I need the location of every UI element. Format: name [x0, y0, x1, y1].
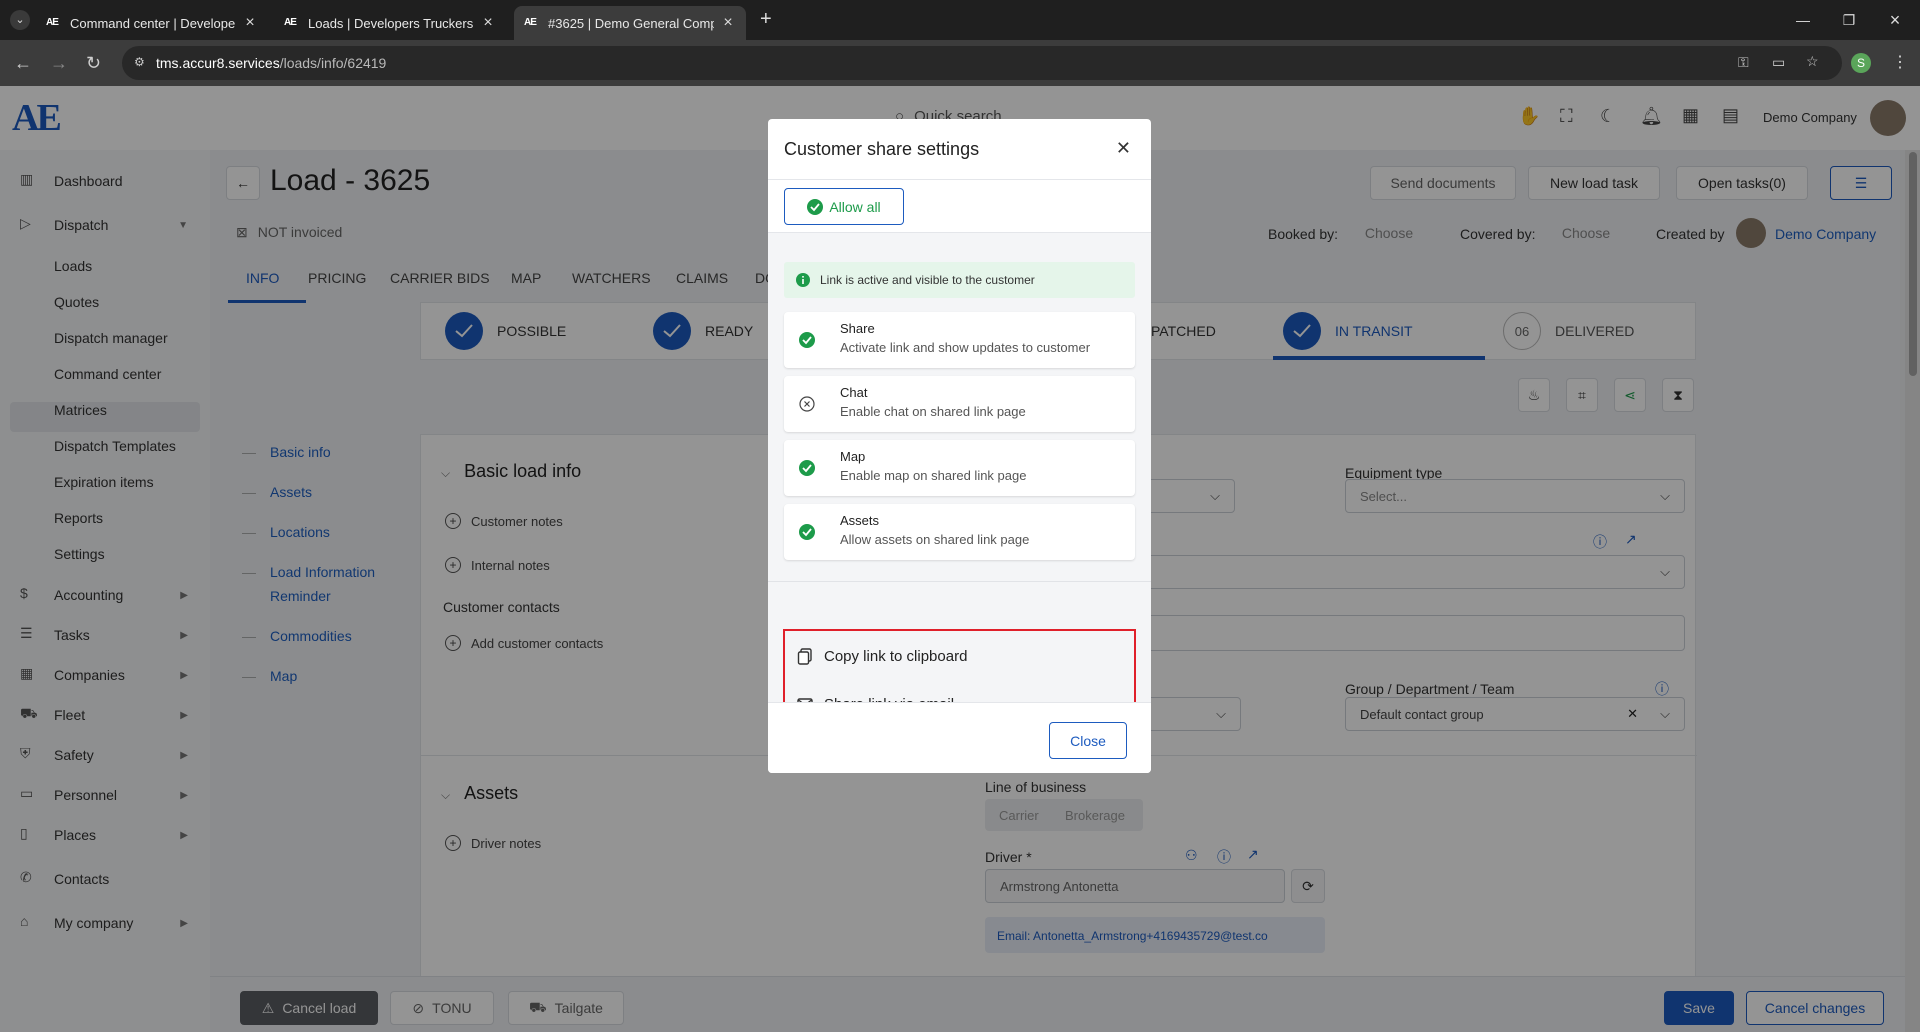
chat-option[interactable]: Chat Enable chat on shared link page [784, 376, 1135, 432]
profile-avatar[interactable]: S [1851, 53, 1871, 73]
link-active-notice: Link is active and visible to the custom… [784, 262, 1135, 298]
dialog-body: Link is active and visible to the custom… [768, 232, 1151, 735]
window-close-icon[interactable]: × [1872, 0, 1918, 40]
check-circle-icon [799, 332, 815, 348]
new-tab-icon[interactable]: + [760, 8, 772, 31]
check-circle-icon [799, 524, 815, 540]
minimize-icon[interactable]: — [1780, 0, 1826, 40]
password-key-icon[interactable]: ⚿ [1738, 54, 1749, 71]
share-option[interactable]: Share Activate link and show updates to … [784, 312, 1135, 368]
browser-tab-load-3625[interactable]: AE #3625 | Demo General Compan × [514, 6, 746, 40]
x-circle-icon [799, 396, 815, 412]
tab-favicon-icon: AE [46, 17, 59, 28]
close-button[interactable]: Close [1049, 722, 1127, 759]
back-icon[interactable]: ← [14, 53, 32, 74]
dialog-title: Customer share settings [784, 138, 980, 159]
tab-close-icon[interactable]: × [720, 14, 736, 32]
dialog-footer: Close [768, 702, 1151, 773]
site-info-icon[interactable]: ⚙ [134, 55, 145, 69]
browser-tab-bar: ⌄ AE Command center | Developers × AE Lo… [0, 0, 1920, 40]
info-icon [796, 273, 810, 287]
dialog-header: Customer share settings ✕ [768, 119, 1151, 180]
customer-share-settings-dialog: Customer share settings ✕ Allow all Link… [768, 119, 1151, 773]
assets-option[interactable]: Assets Allow assets on shared link page [784, 504, 1135, 560]
tab-favicon-icon: AE [524, 17, 537, 28]
forward-icon[interactable]: → [50, 53, 68, 74]
check-circle-icon [807, 198, 824, 215]
reload-icon[interactable]: ↻ [86, 53, 101, 74]
copy-icon [797, 648, 812, 665]
browser-menu-icon[interactable]: ⋮ [1892, 52, 1908, 72]
close-icon[interactable]: ✕ [1116, 138, 1131, 159]
tab-close-icon[interactable]: × [242, 14, 258, 32]
tab-close-icon[interactable]: × [480, 14, 496, 32]
check-circle-icon [799, 460, 815, 476]
url-field[interactable]: ⚙ tms.accur8.services/loads/info/62419 ⚿… [122, 46, 1842, 80]
browser-tab-loads[interactable]: AE Loads | Developers Truckers TES × [274, 6, 506, 40]
copy-link-button[interactable]: Copy link to clipboard [796, 647, 967, 665]
bookmark-star-icon[interactable]: ☆ [1806, 53, 1819, 70]
tab-favicon-icon: AE [284, 17, 297, 28]
address-bar-row: ← → ↻ ⚙ tms.accur8.services/loads/info/6… [0, 40, 1920, 86]
map-option[interactable]: Map Enable map on shared link page [784, 440, 1135, 496]
allow-all-button[interactable]: Allow all [784, 188, 904, 225]
browser-tab-command-center[interactable]: AE Command center | Developers × [36, 6, 268, 40]
install-app-icon[interactable]: ▭ [1772, 54, 1785, 71]
restore-icon[interactable]: ❐ [1826, 0, 1872, 40]
tab-search-icon[interactable]: ⌄ [10, 10, 30, 30]
